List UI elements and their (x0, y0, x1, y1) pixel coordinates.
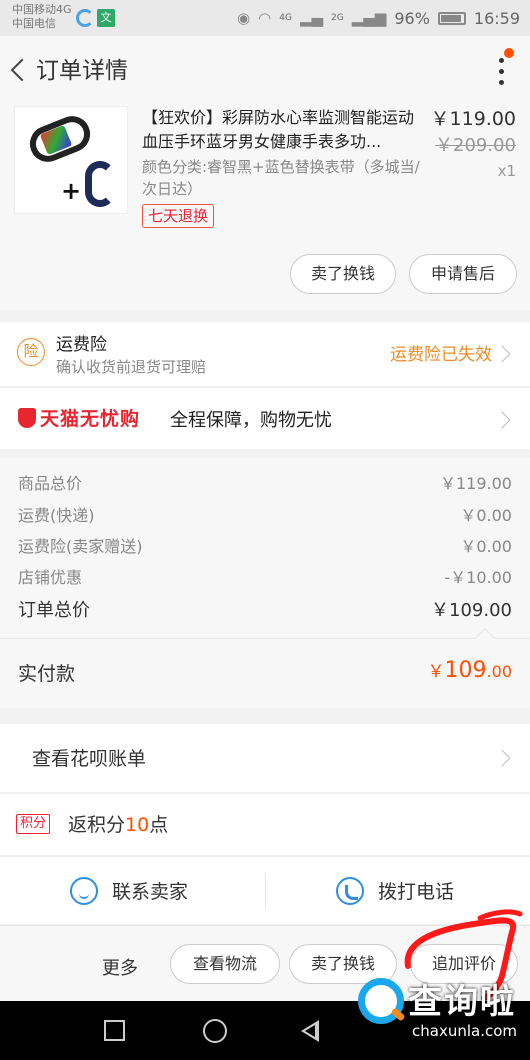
product-price: ￥119.00 (430, 108, 516, 130)
after-sale-button[interactable]: 申请售后 (409, 254, 517, 294)
summary-value: -￥10.00 (444, 568, 512, 587)
recent-apps-icon[interactable] (104, 1020, 125, 1041)
notification-dot (504, 48, 514, 58)
insurance-desc: 确认收货前退货可理赔 (56, 358, 207, 376)
summary-row: 店铺优惠 -￥10.00 (18, 564, 512, 588)
contact-row: 联系卖家 拨打电话 (0, 856, 530, 924)
battery-icon (437, 11, 466, 25)
summary-value: ￥119.00 (440, 474, 512, 493)
watermark-domain: chaxunla.com (412, 1022, 517, 1040)
huabei-label: 查看花呗账单 (32, 748, 147, 770)
contact-seller-button[interactable]: 联系卖家 (0, 857, 265, 925)
wifi-icon: ◠ (258, 9, 272, 27)
huabei-bill-row[interactable]: 查看花呗账单 (0, 724, 530, 792)
summary-label: 运费险(卖家赠送) (18, 537, 143, 556)
page-title: 订单详情 (36, 58, 128, 84)
view-logistics-button[interactable]: 查看物流 (170, 944, 280, 984)
insurance-title: 运费险 (56, 335, 107, 355)
shipping-insurance-row[interactable]: 险 运费险 确认收货前退货可理赔 运费险已失效 (0, 322, 530, 386)
actual-payment-row: 实付款 ￥109.00 (0, 628, 530, 708)
summary-value: ￥0.00 (460, 537, 512, 556)
chat-smile-icon (70, 877, 98, 905)
product-quantity: x1 (497, 162, 516, 180)
call-phone-label: 拨打电话 (378, 881, 455, 903)
summary-label: 商品总价 (18, 474, 83, 493)
points-badge: 积分 (16, 814, 51, 834)
status-icons: ◉ ◠ 4G ▂▄ 2G ▂▄▆ 96% 16:59 (237, 0, 520, 36)
product-image[interactable]: + (14, 106, 128, 214)
tmall-shield-icon (18, 408, 36, 428)
payment-amount: ￥109.00 (428, 657, 512, 683)
tmall-logo: 天猫无忧购 (40, 408, 141, 430)
summary-value: ￥0.00 (460, 506, 512, 525)
battery-percent: 96% (394, 8, 430, 28)
nav-back-icon[interactable] (301, 1020, 321, 1042)
points-prefix: 返积分 (68, 814, 126, 836)
points-row: 积分 返积分10点 (0, 793, 530, 855)
signal-icon-2: ▂▄▆ (351, 9, 387, 27)
summary-row: 运费险(卖家赠送) ￥0.00 (18, 533, 512, 557)
return-policy-badge: 七天退换 (142, 204, 215, 228)
payment-currency: ￥ (427, 662, 445, 682)
watermark-search-icon (358, 978, 404, 1024)
network-2g-label: 2G (331, 13, 344, 23)
network-4g-label: 4G (279, 13, 292, 23)
clock: 16:59 (473, 8, 520, 28)
carrier-2: 中国电信 (12, 17, 56, 30)
insurance-status: 运费险已失效 (390, 345, 492, 365)
more-menu-icon[interactable] (496, 56, 506, 90)
points-suffix: 点 (149, 814, 169, 836)
payment-label: 实付款 (18, 663, 76, 685)
phone-icon (336, 877, 364, 905)
order-total-label: 订单总价 (18, 600, 90, 621)
carrier-info: 中国移动4G 中国电信 (12, 3, 72, 31)
home-icon[interactable] (203, 1019, 227, 1043)
back-arrow-icon[interactable] (8, 56, 28, 84)
tmall-slogan: 全程保障，购物无忧 (170, 410, 332, 431)
insurance-icon: 险 (17, 338, 45, 366)
summary-row: 运费(快递) ￥0.00 (18, 502, 512, 526)
chevron-right-icon (493, 749, 511, 767)
product-card[interactable]: + 【狂欢价】彩屏防水心率监测智能运动血压手环蓝牙男女健康手表多功... 颜色分… (0, 104, 530, 310)
signal-icon: ▂▄ (299, 9, 324, 27)
site-watermark: 查询啦 chaxunla.com (352, 942, 530, 1060)
tmall-guarantee-row[interactable]: 天猫无忧购 全程保障，购物无忧 (0, 387, 530, 449)
product-sku: 颜色分类:睿智黑+蓝色替换表带（多城当/次日达） (142, 158, 420, 198)
summary-row: 商品总价 ￥119.00 (18, 470, 512, 494)
plus-graphic: + (61, 177, 82, 205)
eye-comfort-icon: ◉ (237, 9, 251, 27)
points-text: 返积分10点 (68, 810, 168, 837)
chevron-right-icon (493, 345, 511, 363)
sell-item-button[interactable]: 卖了换钱 (290, 254, 396, 294)
app-notification-icon: 文 (97, 9, 115, 27)
points-number: 10 (125, 814, 150, 836)
product-name[interactable]: 【狂欢价】彩屏防水心率监测智能运动血压手环蓝牙男女健康手表多功... (142, 106, 426, 154)
summary-label: 店铺优惠 (18, 568, 83, 587)
contact-seller-label: 联系卖家 (112, 881, 189, 903)
chevron-right-icon (493, 411, 511, 429)
spare-band-graphic (85, 161, 115, 207)
order-total-row: 订单总价 ￥109.00 (18, 596, 512, 621)
more-actions-button[interactable]: 更多 (102, 954, 138, 980)
price-summary: 商品总价 ￥119.00 运费(快递) ￥0.00 运费险(卖家赠送) ￥0.0… (0, 458, 530, 638)
payment-integer: 109 (444, 658, 487, 683)
order-total-value: ￥109.00 (431, 600, 512, 621)
call-phone-button[interactable]: 拨打电话 (266, 857, 530, 925)
carrier-1: 中国移动4G (12, 3, 72, 16)
sync-app-icon (76, 9, 94, 27)
payment-decimal: .00 (486, 662, 512, 681)
product-original-price: ￥209.00 (435, 135, 516, 156)
page-header: 订单详情 (0, 36, 530, 104)
watermark-text: 查询啦 (408, 982, 516, 1022)
summary-label: 运费(快递) (18, 506, 95, 525)
status-bar: 中国移动4G 中国电信 文 ◉ ◠ 4G ▂▄ 2G ▂▄▆ 96% 16:59 (0, 0, 530, 36)
